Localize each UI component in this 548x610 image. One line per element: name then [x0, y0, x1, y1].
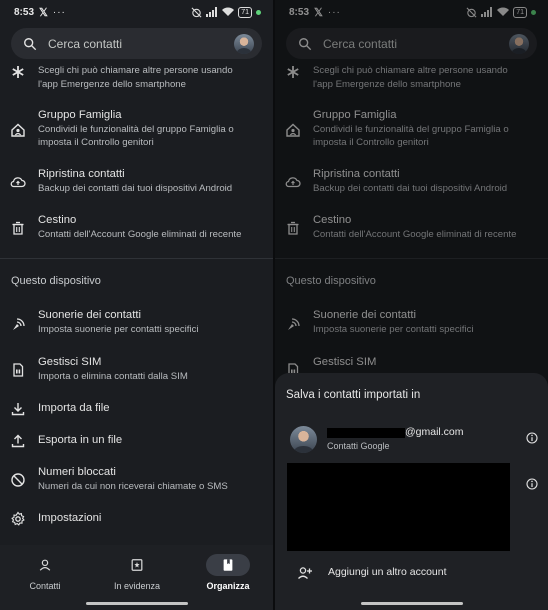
wifi-icon: [222, 7, 235, 16]
status-bar: 8:53 𝕏 ··· 71: [0, 0, 273, 24]
upload-icon: [11, 434, 25, 448]
account-option[interactable]: @gmail.com Contatti Google: [275, 423, 548, 459]
menu-item-export[interactable]: Esporta in un file: [0, 433, 273, 451]
search-icon: [24, 37, 37, 50]
asterisk-icon: [12, 66, 24, 78]
restore-desc: Backup dei contatti dai tuoi dispositivi…: [38, 183, 233, 194]
right-screen: 8:53 𝕏 ··· 71 Cerca contatti Scegli chi …: [275, 0, 548, 610]
gesture-bar[interactable]: [86, 602, 188, 605]
sheet-title: Salva i contatti importati in: [286, 389, 421, 401]
tab-highlights-label: In evidenza: [113, 581, 161, 591]
family-home-icon: [11, 123, 25, 137]
gear-icon: [11, 511, 25, 526]
ringtone-icon: [13, 318, 25, 330]
status-icons: 71: [191, 6, 261, 18]
add-account-button[interactable]: Aggiungi un altro account: [275, 563, 548, 583]
person-icon: [39, 559, 51, 571]
tab-organize-label: Organizza: [206, 581, 250, 591]
signal-icon: [206, 7, 218, 17]
info-icon[interactable]: [526, 478, 538, 490]
sim-title: Gestisci SIM: [38, 356, 102, 368]
menu-item-settings[interactable]: Impostazioni: [0, 511, 273, 529]
emergency-desc-2: l'app Emergenze dello smartphone: [38, 79, 186, 90]
person-add-icon: [298, 567, 312, 579]
menu-item-restore[interactable]: Ripristina contatti Backup dei contatti …: [0, 167, 273, 199]
search-bar[interactable]: Cerca contatti: [11, 28, 262, 59]
status-time: 8:53: [14, 6, 35, 18]
trash-desc: Contatti dell'Account Google eliminati d…: [38, 229, 242, 240]
sim-desc: Importa o elimina contatti dalla SIM: [38, 371, 188, 382]
tab-contacts[interactable]: Contatti: [10, 554, 80, 591]
emergency-desc-1: Scegli chi può chiamare altre persone us…: [38, 65, 233, 76]
settings-title: Impostazioni: [38, 512, 102, 524]
more-notifications-icon: ···: [52, 6, 66, 18]
x-app-icon: 𝕏: [39, 6, 48, 19]
alarm-off-icon: [191, 7, 202, 17]
tab-organize[interactable]: Organizza: [193, 554, 263, 591]
tab-highlights[interactable]: In evidenza: [102, 554, 172, 591]
export-title: Esporta in un file: [38, 434, 123, 446]
bottom-navigation: Contatti In evidenza Organizza: [0, 545, 273, 610]
blocked-desc: Numeri da cui non riceverai chiamate o S…: [38, 481, 228, 492]
left-screen: 8:53 𝕏 ··· 71 Cerca contatti Scegli chi …: [0, 0, 273, 610]
trash-title: Cestino: [38, 214, 77, 226]
sim-card-icon: [13, 363, 24, 377]
menu-item-ringtones[interactable]: Suonerie dei contatti Imposta suonerie p…: [0, 308, 273, 340]
section-divider: [0, 258, 273, 259]
ringtones-desc: Imposta suonerie per contatti specifici: [38, 324, 199, 335]
family-desc-1: Condividi le funzionalità del gruppo Fam…: [38, 124, 234, 135]
account-type: Contatti Google: [327, 441, 390, 451]
menu-item-blocked[interactable]: Numeri bloccati Numeri da cui non riceve…: [0, 465, 273, 497]
add-account-label: Aggiungi un altro account: [328, 566, 447, 578]
block-icon: [11, 473, 25, 487]
import-title: Importa da file: [38, 402, 110, 414]
battery-icon: 71: [238, 6, 252, 18]
menu-item-import[interactable]: Importa da file: [0, 401, 273, 419]
highlights-icon: [131, 559, 143, 571]
cloud-restore-icon: [10, 177, 26, 188]
menu-item-sim[interactable]: Gestisci SIM Importa o elimina contatti …: [0, 355, 273, 387]
privacy-dot: [256, 9, 261, 15]
redacted-email-prefix: [327, 428, 405, 438]
blocked-title: Numeri bloccati: [38, 466, 116, 478]
section-title-device: Questo dispositivo: [11, 275, 101, 287]
ringtones-title: Suonerie dei contatti: [38, 309, 141, 321]
menu-item-emergency[interactable]: Scegli chi può chiamare altre persone us…: [0, 64, 273, 94]
restore-title: Ripristina contatti: [38, 168, 125, 180]
info-icon[interactable]: [526, 432, 538, 444]
search-placeholder: Cerca contatti: [48, 36, 123, 51]
download-icon: [11, 403, 25, 416]
account-avatar[interactable]: [234, 33, 254, 54]
redacted-account-option[interactable]: [287, 463, 510, 551]
family-desc-2: imposta il Controllo genitori: [38, 137, 154, 148]
gesture-bar[interactable]: [361, 602, 463, 605]
family-title: Gruppo Famiglia: [38, 109, 122, 121]
menu-item-family[interactable]: Gruppo Famiglia Condividi le funzionalit…: [0, 108, 273, 154]
account-email: @gmail.com: [405, 426, 464, 438]
account-avatar: [290, 426, 317, 453]
bookmark-icon: [223, 559, 233, 571]
menu-item-trash[interactable]: Cestino Contatti dell'Account Google eli…: [0, 213, 273, 245]
tab-contacts-label: Contatti: [29, 581, 61, 591]
save-contacts-bottom-sheet: Salva i contatti importati in @gmail.com…: [275, 373, 548, 610]
trash-icon: [12, 221, 24, 235]
